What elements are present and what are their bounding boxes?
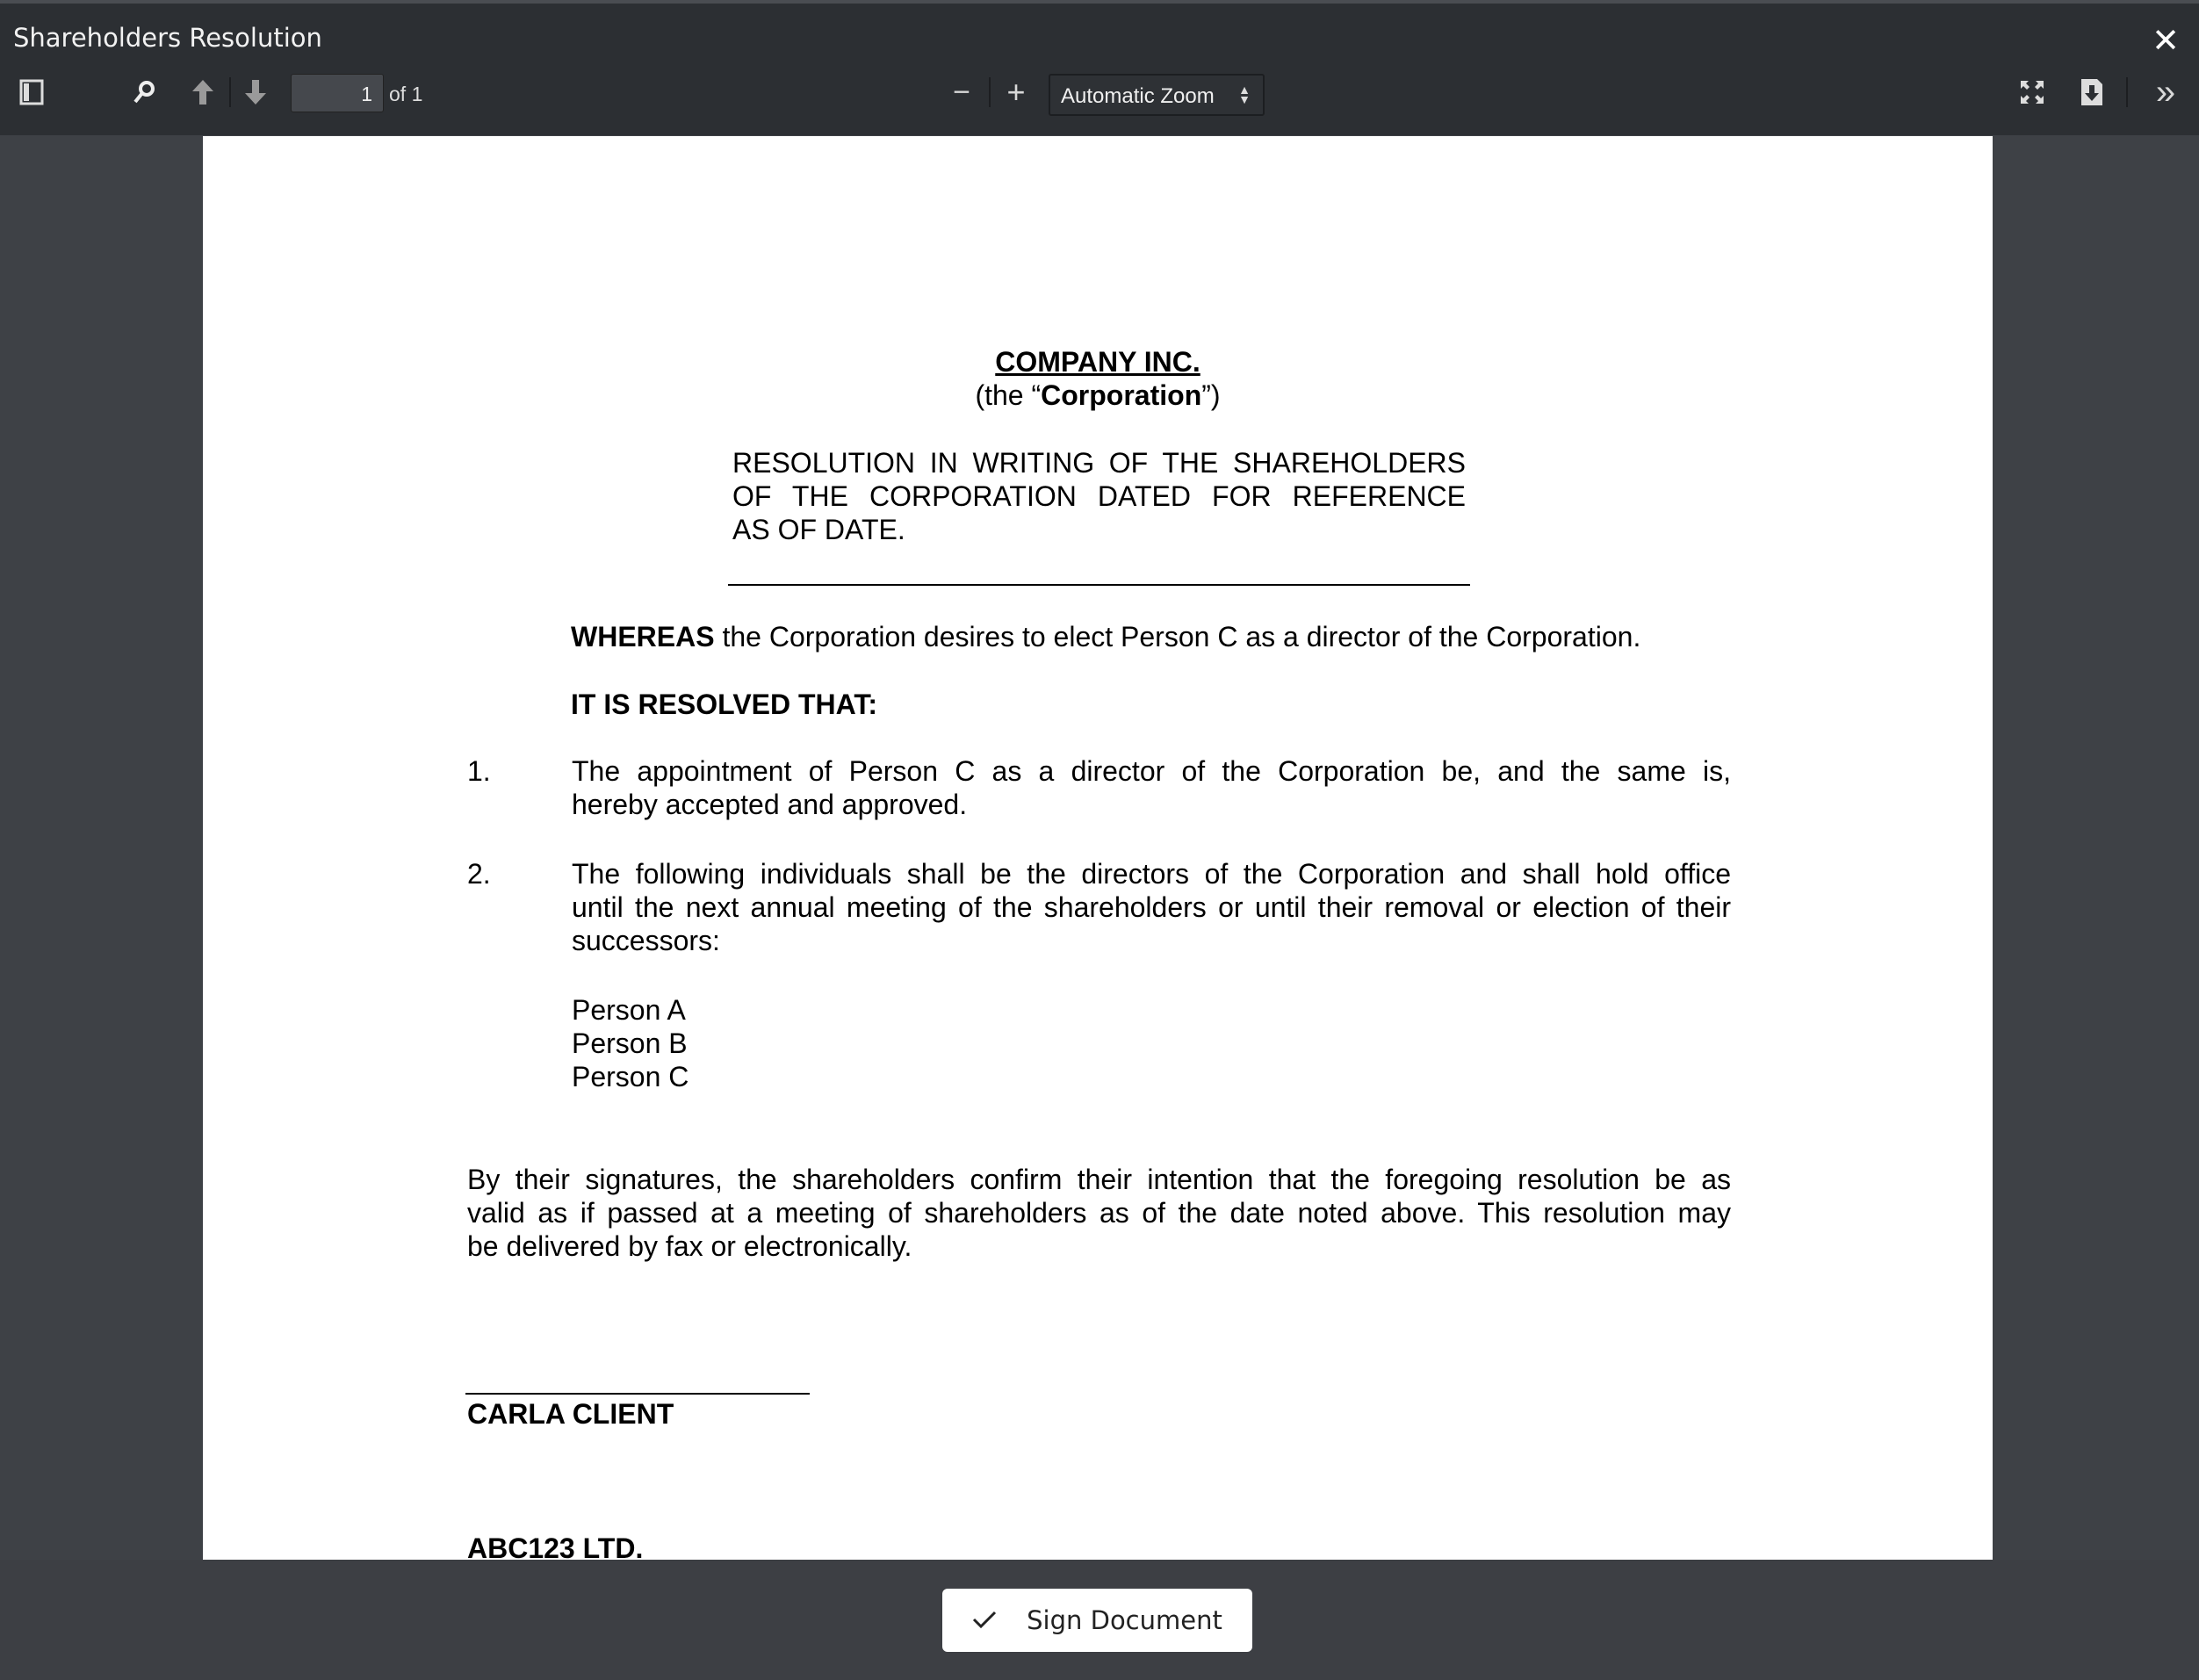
divider	[989, 77, 991, 107]
document-title: Shareholders Resolution	[13, 23, 322, 53]
tools-menu-icon[interactable]: »	[2148, 72, 2183, 112]
viewer-header: Shareholders Resolution ✕ 1 of 1 − + Aut…	[0, 4, 2199, 135]
director-name: Person C	[572, 1061, 689, 1092]
footer-bar: Sign Document	[0, 1560, 2199, 1680]
item-line: hereby accepted and approved.	[572, 789, 968, 820]
pdf-page: COMPANY INC. (the “Corporation”) RESOLUT…	[203, 136, 1993, 1560]
item-line: successors:	[572, 925, 720, 956]
resolution-title-line: RESOLUTION IN WRITING OF THE SHAREHOLDER…	[732, 447, 1466, 479]
divider	[2126, 77, 2128, 107]
next-page-icon[interactable]	[239, 72, 272, 112]
zoom-select[interactable]: Automatic Zoom ▲ ▼	[1049, 74, 1265, 116]
signatory-name: CARLA CLIENT	[467, 1398, 674, 1430]
page-count-label: of 1	[389, 83, 423, 105]
download-icon[interactable]	[2076, 72, 2108, 112]
close-icon[interactable]: ✕	[2152, 25, 2180, 58]
signatory-name: ABC123 LTD.	[467, 1532, 644, 1560]
closing-line: valid as if passed at a meeting of share…	[467, 1197, 1731, 1229]
search-icon[interactable]	[126, 72, 162, 112]
previous-page-icon[interactable]	[186, 72, 220, 112]
sidebar-toggle-icon[interactable]	[14, 72, 49, 112]
item-number: 2.	[467, 858, 491, 890]
sign-document-button[interactable]: Sign Document	[942, 1589, 1252, 1652]
item-line: The appointment of Person C as a directo…	[572, 755, 1731, 787]
resolved-heading: IT IS RESOLVED THAT:	[571, 689, 878, 720]
sign-document-label: Sign Document	[1027, 1605, 1222, 1635]
divider	[229, 77, 231, 107]
title-rule	[728, 584, 1470, 586]
closing-line: be delivered by fax or electronically.	[467, 1230, 912, 1262]
item-line: until the next annual meeting of the sha…	[572, 891, 1731, 923]
resolution-title-line: OF THE CORPORATION DATED FOR REFERENCE	[732, 480, 1466, 512]
item-line: The following individuals shall be the d…	[572, 858, 1731, 890]
signature-line	[465, 1393, 810, 1395]
director-name: Person B	[572, 1027, 688, 1059]
page-number-input[interactable]: 1	[291, 74, 384, 112]
company-name: COMPANY INC.	[995, 346, 1200, 378]
corporation-definition: (the “Corporation”)	[975, 379, 1221, 411]
select-arrows-icon: ▲ ▼	[1238, 83, 1251, 106]
zoom-out-button[interactable]: −	[948, 72, 975, 112]
zoom-value: Automatic Zoom	[1061, 84, 1215, 108]
presentation-mode-icon[interactable]	[2016, 72, 2048, 112]
closing-line: By their signatures, the shareholders co…	[467, 1164, 1731, 1195]
item-number: 1.	[467, 755, 491, 787]
zoom-in-button[interactable]: +	[1001, 72, 1031, 112]
director-name: Person A	[572, 994, 686, 1026]
whereas-clause: WHEREAS the Corporation desires to elect…	[571, 621, 1641, 653]
checkmark-icon	[972, 1605, 997, 1635]
resolution-title-line: AS OF DATE.	[732, 514, 905, 545]
